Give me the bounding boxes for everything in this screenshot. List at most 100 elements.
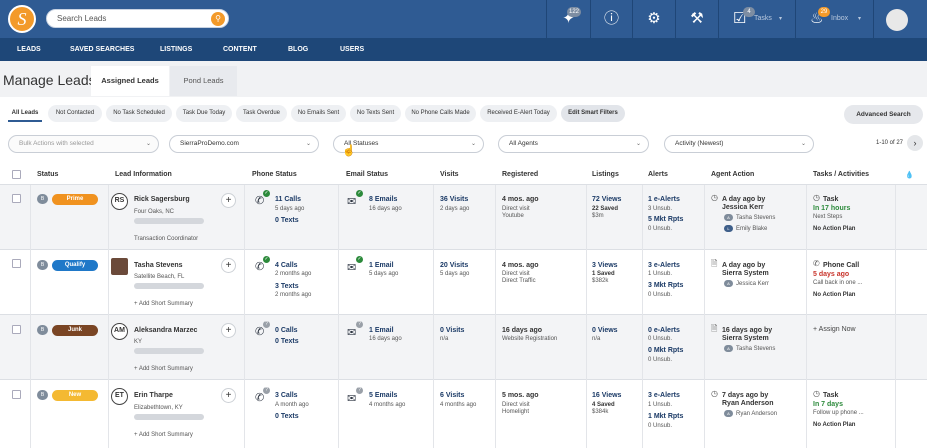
- filter-all-leads[interactable]: All Leads: [8, 105, 42, 122]
- tab-pond-leads[interactable]: Pond Leads: [170, 66, 237, 96]
- email-count[interactable]: 8 Emails: [369, 195, 397, 204]
- table-row[interactable]: B New ET Erin Tharpe Elizabethtown, KY +…: [0, 380, 927, 448]
- site-select[interactable]: SierraProDemo.com ⌄: [169, 135, 319, 153]
- avatar[interactable]: [886, 9, 908, 31]
- phone-texts[interactable]: 3 Texts: [275, 282, 299, 291]
- tasks-menu[interactable]: ☑ 4 Tasks ▾: [718, 0, 795, 38]
- filter-no-task-scheduled[interactable]: No Task Scheduled: [106, 105, 172, 122]
- phone-texts[interactable]: 0 Texts: [275, 337, 299, 346]
- listings-views[interactable]: 72 Views: [592, 195, 621, 204]
- lead-summary[interactable]: + Add Short Summary: [134, 365, 193, 373]
- lead-name[interactable]: Erin Tharpe: [134, 391, 173, 400]
- filter-task-due-today[interactable]: Task Due Today: [176, 105, 232, 122]
- ealerts[interactable]: 1 e-Alerts: [648, 195, 680, 204]
- nav-users[interactable]: USERS: [340, 38, 364, 61]
- visits[interactable]: 36 Visits: [440, 195, 468, 204]
- table-row[interactable]: B Junk AM Aleksandra Marzec KY + Add Sho…: [0, 315, 927, 380]
- sierra-logo[interactable]: S: [8, 5, 36, 33]
- table-row[interactable]: B Qualify Tasha Stevens Satellite Beach,…: [0, 250, 927, 315]
- gear-icon[interactable]: ⚙: [632, 0, 675, 38]
- nav-blog[interactable]: BLOG: [288, 38, 308, 61]
- visits[interactable]: 6 Visits: [440, 391, 464, 400]
- phone-calls[interactable]: 0 Calls: [275, 326, 298, 335]
- filter-no-emails-sent[interactable]: No Emails Sent: [291, 105, 346, 122]
- col-tasks-activities[interactable]: Tasks / Activities: [813, 171, 869, 178]
- email-count[interactable]: 1 Email: [369, 326, 394, 335]
- question-icon[interactable]: ⓘ: [590, 0, 632, 38]
- market-reports[interactable]: 3 Mkt Rpts: [648, 281, 683, 290]
- tab-assigned-leads[interactable]: Assigned Leads: [91, 66, 169, 96]
- col-status[interactable]: Status: [37, 171, 58, 178]
- market-reports[interactable]: 0 Mkt Rpts: [648, 346, 683, 355]
- agents-select[interactable]: All Agents ⌄: [498, 135, 649, 153]
- phone-calls[interactable]: 11 Calls: [275, 195, 301, 204]
- status-badge[interactable]: New: [52, 390, 98, 401]
- edit-smart-filters-button[interactable]: Edit Smart Filters: [561, 105, 625, 122]
- col-registered[interactable]: Registered: [502, 171, 538, 178]
- phone-texts[interactable]: 0 Texts: [275, 412, 299, 421]
- ealerts[interactable]: 3 e-Alerts: [648, 261, 680, 270]
- add-button[interactable]: +: [221, 323, 236, 338]
- col-lead-information[interactable]: Lead Information: [115, 171, 172, 178]
- select-all-checkbox[interactable]: [12, 170, 21, 179]
- col-listings[interactable]: Listings: [592, 171, 619, 178]
- email-count[interactable]: 1 Email: [369, 261, 394, 270]
- tools-icon[interactable]: ⚒: [675, 0, 718, 38]
- add-button[interactable]: +: [221, 388, 236, 403]
- task-plan[interactable]: No Action Plan: [813, 421, 855, 430]
- market-reports[interactable]: 5 Mkt Rpts: [648, 215, 683, 224]
- col-alerts[interactable]: Alerts: [648, 171, 668, 178]
- search-input[interactable]: Search Leads ⚲: [46, 9, 229, 28]
- row-checkbox[interactable]: [12, 325, 21, 334]
- nav-listings[interactable]: LISTINGS: [160, 38, 192, 61]
- task-plan[interactable]: No Action Plan: [813, 291, 855, 300]
- listings-views[interactable]: 3 Views: [592, 261, 618, 270]
- lead-summary[interactable]: + Add Short Summary: [134, 300, 193, 308]
- task-type[interactable]: Phone Call: [823, 261, 859, 270]
- inbox-menu[interactable]: ♨ 29 Inbox ▾: [795, 0, 873, 38]
- lead-name[interactable]: Rick Sagersburg: [134, 195, 190, 204]
- status-badge[interactable]: Junk: [52, 325, 98, 336]
- task-plan[interactable]: No Action Plan: [813, 225, 855, 234]
- col-phone-status[interactable]: Phone Status: [252, 171, 297, 178]
- listings-views[interactable]: 0 Views: [592, 326, 618, 335]
- row-checkbox[interactable]: [12, 194, 21, 203]
- lead-summary[interactable]: + Add Short Summary: [134, 431, 193, 439]
- col-visits[interactable]: Visits: [440, 171, 459, 178]
- assign-now-link[interactable]: + Assign Now: [813, 326, 856, 334]
- filter-not-contacted[interactable]: Not Contacted: [48, 105, 102, 122]
- market-reports[interactable]: 1 Mkt Rpts: [648, 412, 683, 421]
- email-count[interactable]: 5 Emails: [369, 391, 397, 400]
- phone-calls[interactable]: 4 Calls: [275, 261, 298, 270]
- ealerts[interactable]: 0 e-Alerts: [648, 326, 680, 335]
- visits[interactable]: 0 Visits: [440, 326, 464, 335]
- nav-leads[interactable]: LEADS: [17, 38, 41, 61]
- lead-name[interactable]: Tasha Stevens: [134, 261, 183, 270]
- nav-content[interactable]: CONTENT: [223, 38, 257, 61]
- lead-name[interactable]: Aleksandra Marzec: [134, 326, 197, 335]
- filter-received-ealert[interactable]: Received E-Alert Today: [480, 105, 557, 122]
- phone-texts[interactable]: 0 Texts: [275, 216, 299, 225]
- col-email-status[interactable]: Email Status: [346, 171, 388, 178]
- listings-views[interactable]: 16 Views: [592, 391, 621, 400]
- row-checkbox[interactable]: [12, 259, 21, 268]
- search-icon[interactable]: ⚲: [211, 12, 225, 26]
- bulk-actions-select[interactable]: Bulk Actions with selected ⌄: [8, 135, 159, 153]
- radar-icon[interactable]: ✦ 122: [546, 0, 590, 38]
- task-type[interactable]: Task: [823, 391, 838, 400]
- activity-sort-select[interactable]: Activity (Newest) ⌄: [664, 135, 814, 153]
- col-agent-action[interactable]: Agent Action: [711, 171, 754, 178]
- table-row[interactable]: B Prime RS Rick Sagersburg Four Oaks, NC…: [0, 185, 927, 250]
- row-checkbox[interactable]: [12, 390, 21, 399]
- filter-no-phone-calls[interactable]: No Phone Calls Made: [405, 105, 476, 122]
- status-badge[interactable]: Prime: [52, 194, 98, 205]
- task-type[interactable]: Task: [823, 195, 838, 204]
- visits[interactable]: 20 Visits: [440, 261, 468, 270]
- next-page-button[interactable]: ›: [907, 135, 923, 151]
- status-badge[interactable]: Qualify: [52, 260, 98, 271]
- phone-calls[interactable]: 3 Calls: [275, 391, 298, 400]
- ealerts[interactable]: 3 e-Alerts: [648, 391, 680, 400]
- advanced-search-button[interactable]: Advanced Search: [844, 105, 923, 124]
- filter-task-overdue[interactable]: Task Overdue: [236, 105, 287, 122]
- nav-saved-searches[interactable]: SAVED SEARCHES: [70, 38, 134, 61]
